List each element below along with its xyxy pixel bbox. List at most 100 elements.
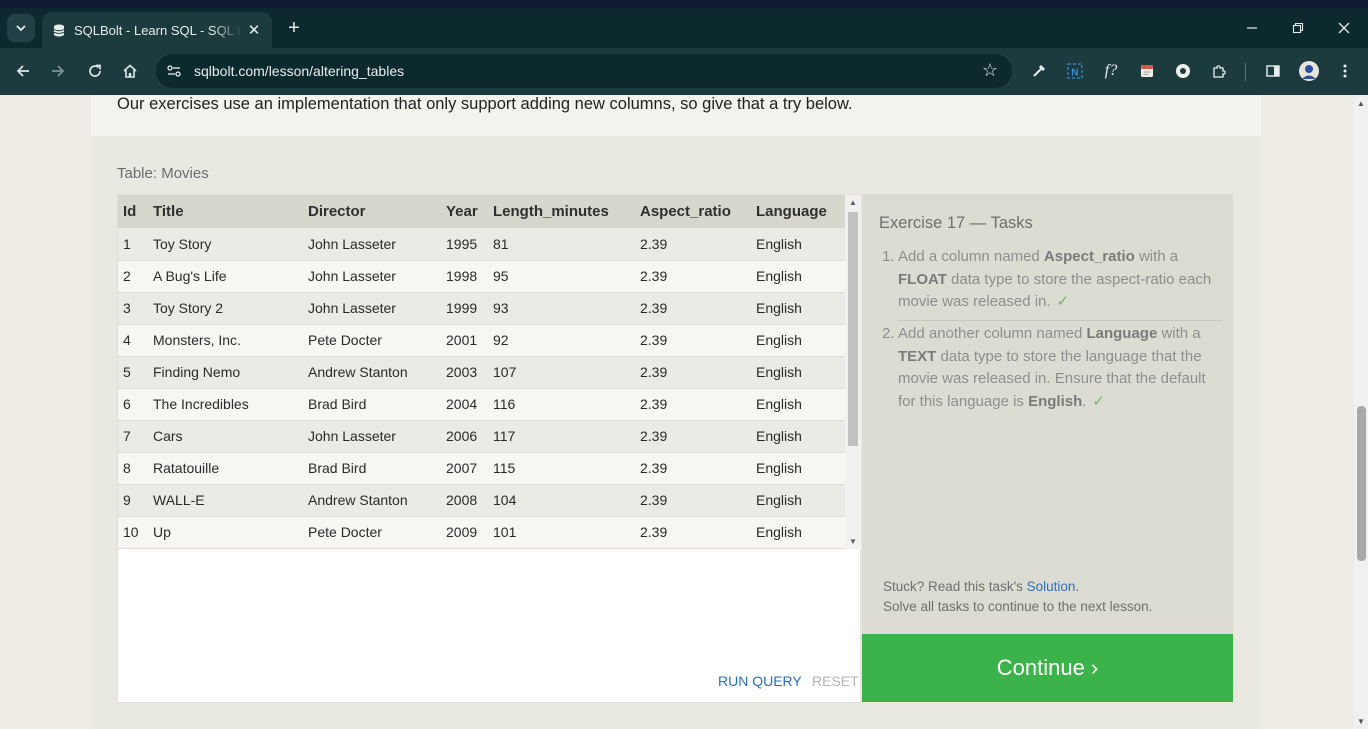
chevron-down-icon [16,25,26,32]
table-cell: 104 [488,484,635,517]
table-scrollbar-thumb[interactable] [848,212,858,446]
table-header-row: Id Title Director Year Length_minutes As… [118,195,845,228]
reset-button[interactable]: RESET [812,673,859,689]
tab-search-button[interactable] [7,14,35,42]
table-cell: 2.39 [635,228,751,261]
table-cell: English [751,292,845,325]
note-icon[interactable] [1136,60,1158,82]
page-scroll-down-icon[interactable]: ▼ [1354,717,1368,726]
table-cell: English [751,484,845,517]
table-cell: Pete Docter [303,516,441,549]
close-icon [1338,22,1350,34]
more-menu-icon[interactable] [1334,60,1356,82]
scroll-up-arrow-icon[interactable]: ▲ [845,198,861,207]
page-scrollbar-thumb[interactable] [1357,406,1366,561]
toolbar-separator [1245,63,1246,81]
restore-button[interactable] [1286,16,1310,40]
table-cell: English [751,388,845,421]
table-cell: 2 [118,260,148,293]
check-icon: ✓ [1092,392,1105,410]
table-cell: 10 [118,516,148,549]
table-cell: 107 [488,356,635,389]
task-text: Add another column named [898,325,1087,342]
avatar[interactable] [1298,60,1320,82]
table-cell: 2007 [441,452,488,485]
table-cell: 2.39 [635,420,751,453]
notion-icon[interactable]: N [1064,60,1086,82]
table-row: 8 Ratatouille Brad Bird 2007 115 2.39 English [118,452,845,485]
run-query-button[interactable]: RUN QUERY [718,673,802,689]
table-cell: 3 [118,292,148,325]
table-cell: 92 [488,324,635,357]
task-keyword: TEXT [898,347,937,365]
table-cell: English [751,260,845,293]
back-button[interactable] [10,58,36,84]
continue-button[interactable]: Continue › [862,634,1233,702]
table-cell: Andrew Stanton [303,356,441,389]
table-row: 3 Toy Story 2 John Lasseter 1999 93 2.39 Engli… [118,292,845,325]
table-cell: 2.39 [635,484,751,517]
page-scroll-up-icon[interactable]: ▲ [1354,99,1368,108]
close-window-button[interactable] [1332,16,1356,40]
table-cell: 2.39 [635,356,751,389]
reload-icon [89,64,101,77]
table-cell: 4 [118,324,148,357]
svg-text:N: N [1071,67,1078,78]
table-row: 1 Toy Story John Lasseter 1995 81 2.39 English [118,228,845,261]
bookmark-star-icon[interactable]: ☆ [982,60,998,81]
table-cell: 5 [118,356,148,389]
solution-link[interactable]: Solution [1027,579,1076,594]
table-cell: 1 [118,228,148,261]
task-text: with a [1134,248,1179,265]
table-cell: Brad Bird [303,388,441,421]
table-cell: 117 [488,420,635,453]
table-scrollbar[interactable]: ▲ ▼ [845,195,861,549]
table-cell: WALL-E [148,484,303,517]
table-cell: 2.39 [635,452,751,485]
reload-button[interactable] [82,58,108,84]
site-settings-icon[interactable] [165,62,183,80]
table-cell: 116 [488,388,635,421]
results-table: Id Title Director Year Length_minutes As… [118,195,845,549]
table-row: 2A Bug's Life John Lasseter 1998 95 2.39 Engl… [118,260,845,293]
page-scrollbar[interactable]: ▲ ▼ [1354,95,1368,729]
results-table-wrapper[interactable]: Id Title Director Year Length_minutes As… [118,195,845,549]
table-cell: 2006 [441,420,488,453]
table-cell: 9 [118,484,148,517]
formula-icon[interactable]: f? [1100,60,1122,82]
profile-circle-icon[interactable] [1172,60,1194,82]
task-text: with a [1157,325,1201,342]
new-tab-button[interactable]: + [282,16,306,40]
database-icon [52,23,66,37]
url-text[interactable]: sqlbolt.com/lesson/altering_tables [194,63,404,79]
column-header: Length_minutes [488,195,635,228]
table-cell: English [751,356,845,389]
table-cell: 1998 [441,260,488,293]
home-icon [123,64,137,78]
column-header: Year [441,195,488,228]
home-button[interactable] [117,58,143,84]
task-item: 2. Add another column named Language wit… [882,323,1224,413]
tab-close-icon[interactable]: ✕ [246,21,262,39]
table-cell: 1995 [441,228,488,261]
table-cell: Finding Nemo [148,356,303,389]
tasks-panel: Exercise 17 — Tasks 1. Add a column name… [862,194,1233,634]
task-keyword: Aspect_ratio [1043,248,1135,265]
minimize-button[interactable] [1240,16,1264,40]
scroll-down-arrow-icon[interactable]: ▼ [845,537,861,546]
task-text: Add a column named [898,248,1044,265]
table-cell: 2.39 [635,516,751,549]
active-tab[interactable]: SQLBolt - Learn SQL - SQL Lesson ✕ [42,12,272,48]
column-header: Aspect_ratio [635,195,751,228]
table-row: 7 Cars John Lasseter 2006 117 2.39 English [118,420,845,453]
column-header: Language [751,195,845,228]
address-bar[interactable]: sqlbolt.com/lesson/altering_tables ☆ [156,54,1012,88]
check-icon: ✓ [1056,293,1070,310]
table-cell: 8 [118,452,148,485]
side-panel-icon[interactable] [1262,60,1284,82]
column-header: Director [303,195,441,228]
eyedropper-icon[interactable] [1028,60,1050,82]
table-cell: 93 [488,292,635,325]
forward-button[interactable] [45,58,71,84]
puzzle-icon[interactable] [1208,60,1230,82]
